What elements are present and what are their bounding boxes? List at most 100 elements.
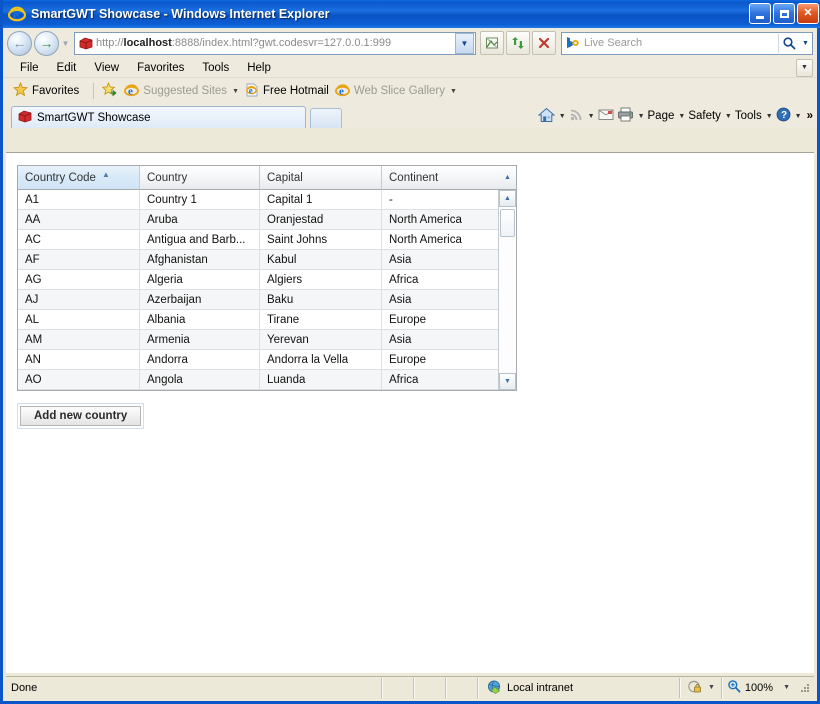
mail-icon — [598, 108, 614, 124]
cell-continent: Europe — [382, 350, 498, 370]
read-mail-button[interactable] — [598, 108, 614, 124]
cell-continent: Asia — [382, 330, 498, 350]
svg-text:e: e — [249, 85, 253, 95]
cell-capital: Andorra la Vella — [260, 350, 382, 370]
scrollbar-track[interactable] — [499, 207, 516, 373]
table-row[interactable]: A1 Country 1 Capital 1- — [18, 190, 498, 210]
scroll-down-button[interactable]: ▼ — [499, 373, 516, 390]
chevron-down-icon[interactable]: ▼ — [783, 684, 790, 691]
grid-vertical-scrollbar[interactable]: ▲ ▼ — [498, 190, 516, 390]
print-button[interactable]: ▼ — [617, 107, 645, 125]
tab-smartgwt-showcase[interactable]: SmartGWT Showcase — [11, 106, 306, 128]
table-row[interactable]: AO Angola Luanda Africa — [18, 370, 498, 390]
star-icon — [12, 81, 29, 100]
add-new-country-button[interactable]: Add new country — [20, 406, 142, 426]
new-tab-button[interactable] — [310, 108, 342, 128]
back-button[interactable]: ← — [7, 30, 32, 56]
zoom-control[interactable]: 100% ▼ — [723, 679, 794, 696]
address-dropdown-icon[interactable]: ▼ — [455, 32, 474, 54]
chevron-down-icon[interactable]: ▼ — [725, 113, 732, 120]
refresh-button[interactable] — [506, 31, 530, 55]
grid-scroll-up-corner-icon[interactable]: ▲ — [499, 166, 516, 190]
column-header-label: Capital — [267, 171, 303, 184]
chevron-down-icon[interactable]: ▼ — [588, 113, 595, 120]
search-options-icon[interactable]: ▼ — [799, 34, 812, 53]
scroll-up-button[interactable]: ▲ — [499, 190, 516, 207]
help-icon: ? — [776, 107, 791, 125]
menu-view[interactable]: View — [85, 59, 128, 77]
favorites-item-web-slice-gallery[interactable]: e Web Slice Gallery ▼ — [334, 83, 457, 100]
stop-button[interactable] — [532, 31, 556, 55]
table-row[interactable]: AL Albania Tirane Europe — [18, 310, 498, 330]
favorites-separator — [93, 83, 95, 99]
command-label: Page — [647, 110, 675, 122]
close-button[interactable]: ✕ — [797, 3, 819, 24]
cell-country: Azerbaijan — [140, 290, 260, 310]
favorites-item-free-hotmail[interactable]: e Free Hotmail — [245, 83, 329, 100]
address-url-text: http://localhost:8888/index.html?gwt.cod… — [96, 37, 392, 49]
column-header-continent[interactable]: Continent — [382, 166, 499, 190]
chevron-down-icon[interactable]: ▼ — [795, 113, 802, 120]
command-label: Safety — [688, 110, 721, 122]
table-row[interactable]: AC Antigua and Barb... Saint Johns North Am… — [18, 230, 498, 250]
cell-code: AC — [18, 230, 140, 250]
chevron-down-icon[interactable]: ▼ — [708, 684, 715, 691]
cell-country: Armenia — [140, 330, 260, 350]
cell-continent: Asia — [382, 250, 498, 270]
chevron-down-icon[interactable]: ▼ — [232, 88, 239, 95]
star-plus-icon — [101, 81, 118, 100]
table-row[interactable]: AG Algeria Algiers Africa — [18, 270, 498, 290]
chevron-down-icon[interactable]: ▼ — [766, 113, 773, 120]
menu-help[interactable]: Help — [238, 59, 280, 77]
command-tools[interactable]: Tools ▼ — [735, 110, 773, 122]
command-page[interactable]: Page ▼ — [648, 110, 686, 122]
menu-file[interactable]: File — [11, 59, 48, 77]
cell-country: Aruba — [140, 210, 260, 230]
help-button[interactable]: ? ▼ — [776, 107, 802, 125]
cell-code: AG — [18, 270, 140, 290]
maximize-button[interactable] — [773, 3, 795, 24]
chevron-down-icon[interactable]: ▼ — [559, 113, 566, 120]
column-header-capital[interactable]: Capital — [260, 166, 382, 190]
favorites-button[interactable]: Favorites — [12, 81, 79, 100]
add-to-favorites-bar-icon[interactable] — [101, 81, 118, 100]
security-zone[interactable]: Local intranet — [487, 679, 573, 697]
favorites-item-suggested-sites[interactable]: e Suggested Sites ▼ — [124, 83, 239, 100]
cell-country: Afghanistan — [140, 250, 260, 270]
history-dropdown-icon[interactable]: ▼ — [59, 39, 72, 48]
chevron-down-icon[interactable]: ▼ — [638, 113, 645, 120]
menu-overflow-icon[interactable]: ▼ — [796, 58, 813, 77]
column-header-country-code[interactable]: Country Code ▲ — [18, 166, 140, 190]
minimize-button[interactable] — [749, 3, 771, 24]
cell-country: Antigua and Barb... — [140, 230, 260, 250]
forward-button[interactable]: → — [34, 30, 59, 56]
table-row[interactable]: AA Aruba Oranjestad North America — [18, 210, 498, 230]
scrollbar-thumb[interactable] — [500, 209, 515, 237]
table-row[interactable]: AN Andorra Andorra la Vella Europe — [18, 350, 498, 370]
chevron-down-icon[interactable]: ▼ — [678, 113, 685, 120]
address-input[interactable]: http://localhost:8888/index.html?gwt.cod… — [74, 31, 476, 55]
column-header-label: Country — [147, 171, 188, 184]
command-bar: ▼ ▼ ▼ Page ▼ Safety ▼ Tools ▼ ? ▼ » — [535, 105, 813, 127]
compatibility-view-button[interactable] — [480, 31, 504, 55]
svg-text:e: e — [339, 85, 344, 97]
menu-edit[interactable]: Edit — [48, 59, 86, 77]
column-header-country[interactable]: Country — [140, 166, 260, 190]
protected-mode-indicator[interactable]: ▼ — [681, 679, 721, 697]
cell-code: AO — [18, 370, 140, 390]
search-go-icon[interactable] — [778, 33, 799, 53]
menu-tools[interactable]: Tools — [193, 59, 238, 77]
search-input[interactable]: Live Search ▼ — [561, 31, 813, 55]
chevron-down-icon[interactable]: ▼ — [450, 88, 457, 95]
table-row[interactable]: AF Afghanistan Kabul Asia — [18, 250, 498, 270]
menu-favorites[interactable]: Favorites — [128, 59, 193, 77]
cell-country: Country 1 — [140, 190, 260, 210]
table-row[interactable]: AJ Azerbaijan Baku Asia — [18, 290, 498, 310]
resize-grip[interactable] — [798, 681, 812, 695]
command-overflow-icon[interactable]: » — [807, 110, 813, 122]
table-row[interactable]: AM Armenia Yerevan Asia — [18, 330, 498, 350]
feeds-button[interactable]: ▼ — [569, 107, 595, 125]
home-button[interactable]: ▼ — [537, 107, 566, 126]
cell-continent: North America — [382, 230, 498, 250]
command-safety[interactable]: Safety ▼ — [688, 110, 732, 122]
